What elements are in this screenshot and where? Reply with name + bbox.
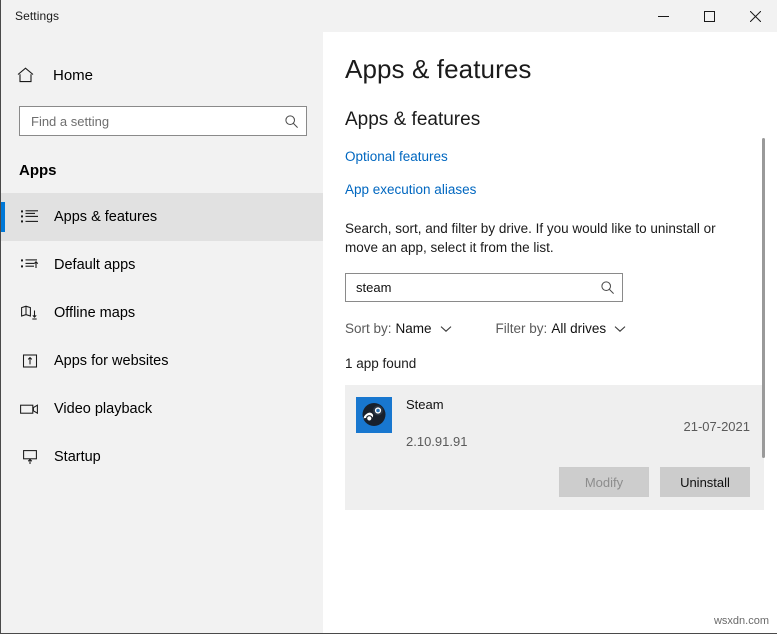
app-version: 2.10.91.91 (406, 434, 750, 449)
modify-button[interactable]: Modify (559, 467, 649, 497)
sidebar-item-default-apps[interactable]: Default apps (1, 241, 323, 289)
content-pane: Apps & features Apps & features Optional… (323, 32, 777, 634)
monitor-arrow-up-icon (19, 449, 41, 465)
chevron-down-icon (614, 325, 626, 333)
sidebar-item-apps-for-websites-label: Apps for websites (54, 353, 168, 369)
sidebar-item-default-apps-label: Default apps (54, 257, 135, 273)
window-title: Settings (15, 9, 59, 23)
home-icon (17, 67, 39, 83)
sidebar-item-apps-and-features[interactable]: Apps & features (1, 193, 323, 241)
find-a-setting-box[interactable] (19, 106, 307, 136)
list-arrow-icon (19, 257, 41, 273)
minimize-button[interactable] (640, 0, 686, 32)
sidebar-item-video-playback[interactable]: Video playback (1, 385, 323, 433)
find-a-setting-input[interactable] (31, 114, 282, 129)
watermark: wsxdn.com (714, 615, 769, 627)
settings-window: Settings (0, 0, 777, 634)
page-title: Apps & features (345, 54, 748, 85)
sidebar-item-startup[interactable]: Startup (1, 433, 323, 481)
sidebar-nav-list: Apps & features Default apps (1, 193, 323, 481)
search-icon (598, 280, 616, 295)
filter-by-label: Filter by: (496, 321, 548, 336)
close-button[interactable] (732, 0, 777, 32)
app-name: Steam (406, 397, 750, 412)
maximize-icon (704, 11, 715, 22)
video-camera-icon (19, 401, 41, 417)
sort-by-value: Name (396, 321, 432, 336)
scrollbar-thumb[interactable] (762, 138, 765, 458)
app-list-search-input[interactable] (356, 280, 598, 295)
minimize-icon (658, 11, 669, 22)
sort-by-dropdown[interactable]: Sort by: Name (345, 321, 452, 336)
app-install-date: 21-07-2021 (684, 419, 751, 434)
sidebar: Home Apps (1, 32, 323, 634)
filter-by-value: All drives (551, 321, 606, 336)
close-icon (750, 11, 761, 22)
app-action-buttons: Modify Uninstall (356, 467, 750, 497)
section-title: Apps & features (345, 109, 748, 131)
sidebar-item-startup-label: Startup (54, 449, 101, 465)
description-text: Search, sort, and filter by drive. If yo… (345, 219, 737, 257)
maximize-button[interactable] (686, 0, 732, 32)
sidebar-section-header: Apps (19, 162, 323, 179)
app-found-count: 1 app found (345, 356, 748, 371)
sidebar-item-home-label: Home (53, 67, 93, 84)
list-bullets-icon (19, 209, 41, 225)
sidebar-item-home[interactable]: Home (1, 58, 323, 92)
sidebar-item-apps-for-websites[interactable]: Apps for websites (1, 337, 323, 385)
sidebar-item-apps-and-features-label: Apps & features (54, 209, 157, 225)
sidebar-item-video-playback-label: Video playback (54, 401, 152, 417)
sort-by-label: Sort by: (345, 321, 392, 336)
sidebar-item-offline-maps[interactable]: Offline maps (1, 289, 323, 337)
filter-by-dropdown[interactable]: Filter by: All drives (496, 321, 627, 336)
title-bar: Settings (1, 0, 777, 32)
sidebar-item-offline-maps-label: Offline maps (54, 305, 135, 321)
map-download-icon (19, 305, 41, 321)
filter-bar: Sort by: Name Filter by: All drives (345, 321, 748, 336)
link-optional-features[interactable]: Optional features (345, 149, 448, 164)
content-scrollbar[interactable] (762, 64, 765, 634)
window-controls (640, 0, 777, 32)
box-arrow-up-icon (19, 353, 41, 369)
link-app-execution-aliases[interactable]: App execution aliases (345, 182, 476, 197)
uninstall-button[interactable]: Uninstall (660, 467, 750, 497)
search-icon (282, 114, 300, 129)
app-list-search-box[interactable] (345, 273, 623, 302)
steam-logo-icon (356, 397, 392, 433)
app-list-item-steam[interactable]: Steam 2.10.91.91 21-07-2021 Modify Unins… (345, 385, 764, 510)
chevron-down-icon (440, 325, 452, 333)
